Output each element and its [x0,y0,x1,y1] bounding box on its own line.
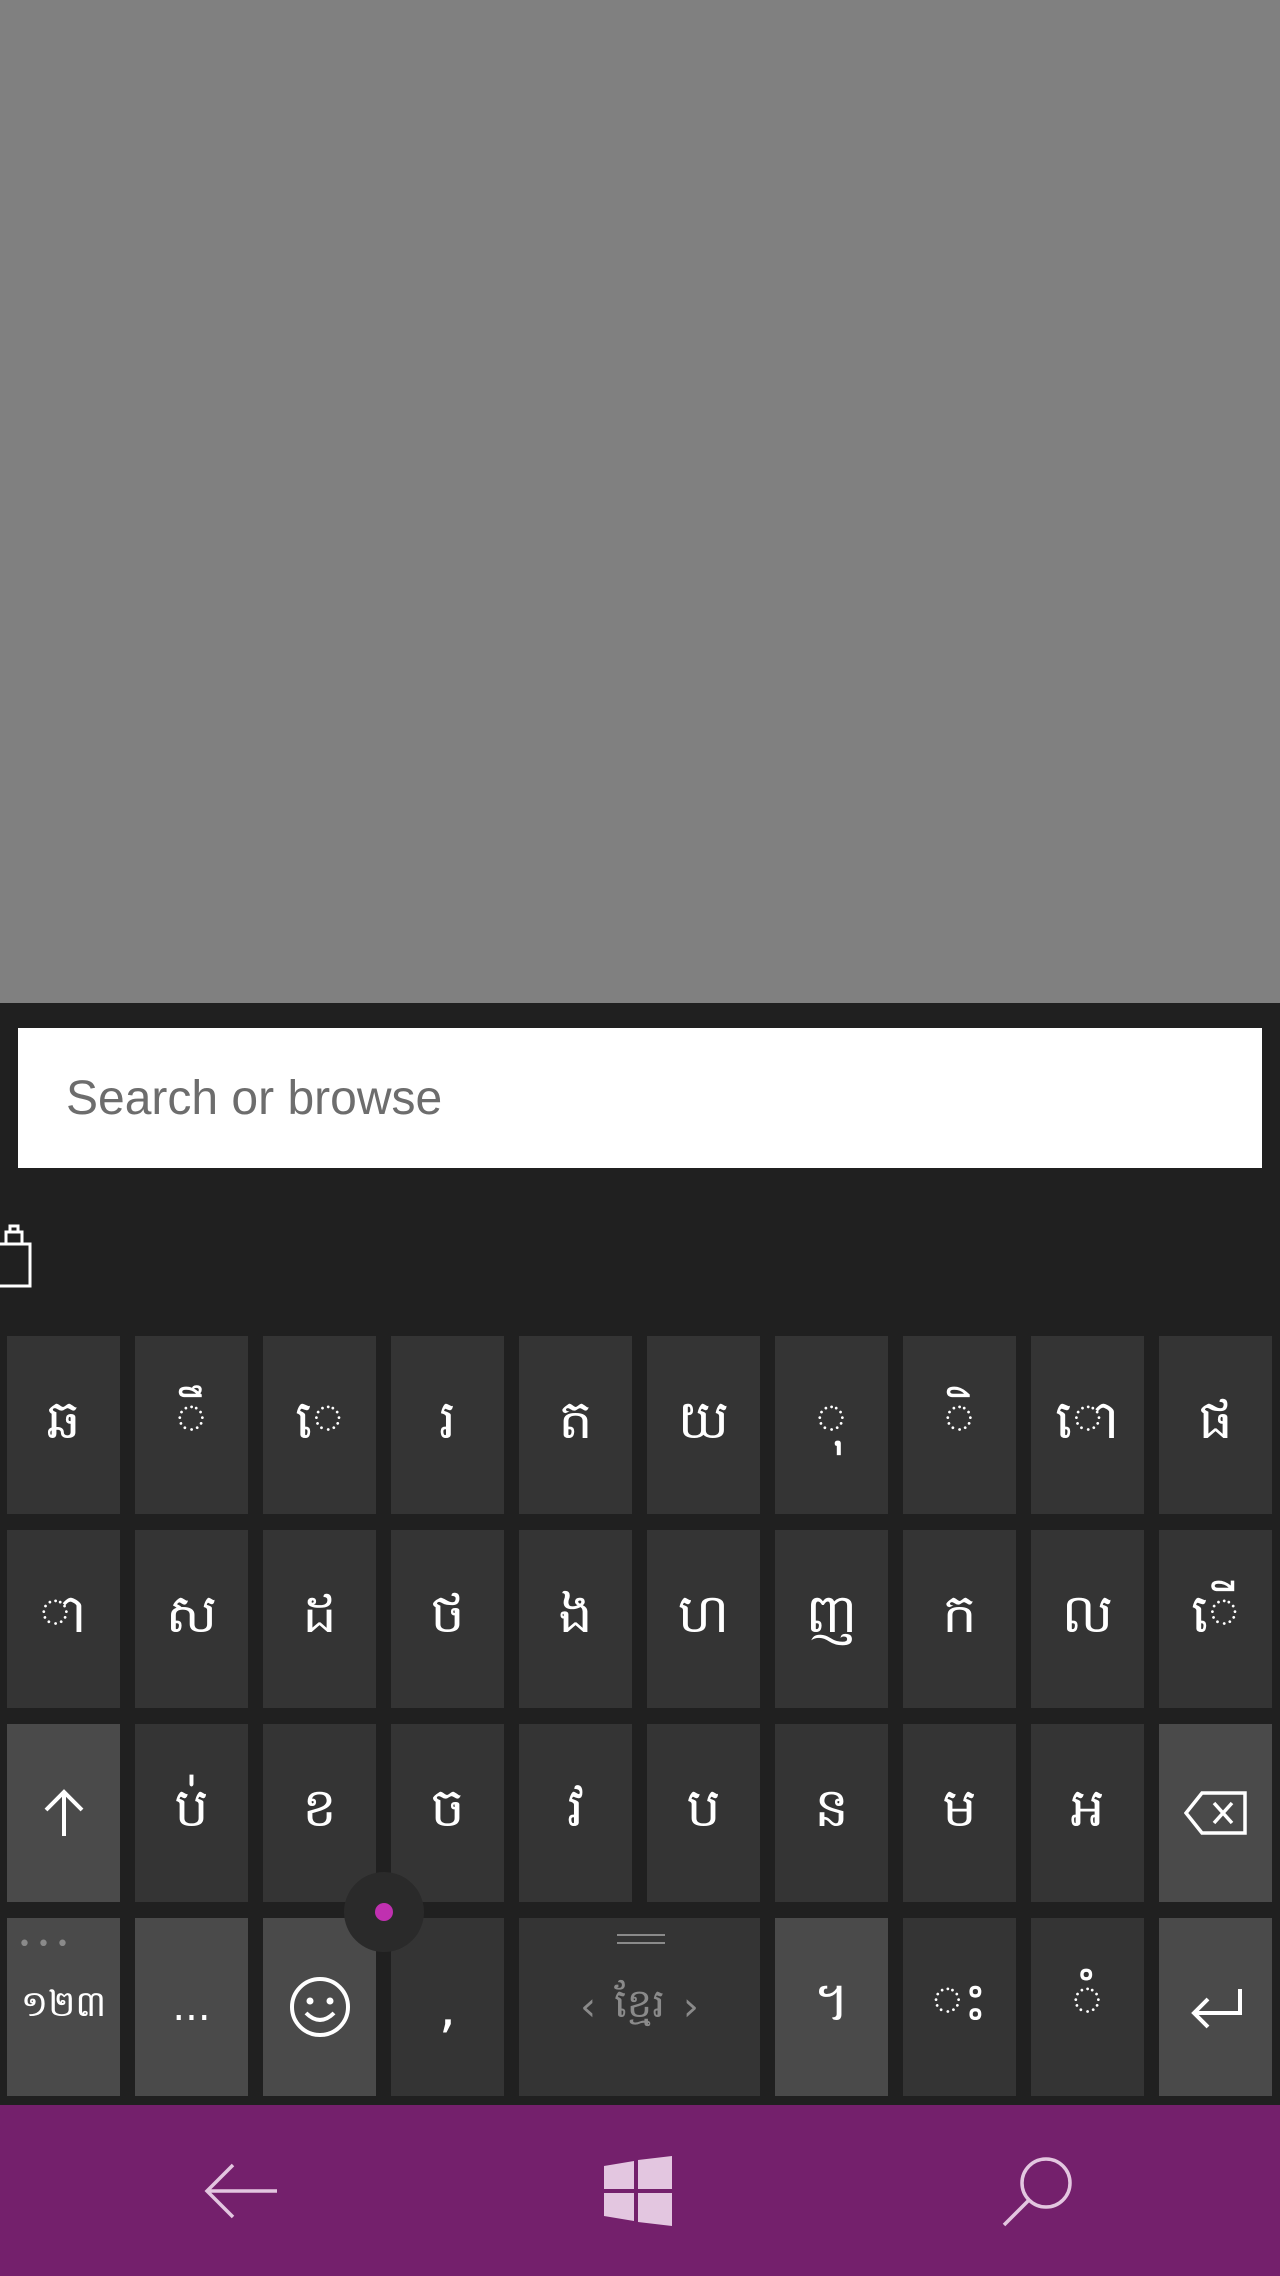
key-label: ើ [1191,1581,1240,1645]
key-label: ញ [805,1581,858,1645]
more-options-dots: ••• [18,1932,75,1957]
search-button[interactable] [938,2105,1138,2276]
key-label: , [438,1975,457,2039]
search-icon [1002,2156,1072,2226]
search-input[interactable] [64,1027,1262,1169]
key-label: ំ [1071,1969,1104,2033]
space-key[interactable]: ‹ ខ្មែរ › [519,1918,760,2096]
key-label: ១២៣ [20,1983,107,2025]
key-chho[interactable]: ឆ [7,1336,120,1514]
key-label: ផ [1198,1387,1233,1451]
key-label: ិ [943,1387,976,1451]
key-label: ឆ [46,1387,81,1451]
key-label: ឹ [175,1387,208,1451]
key-qa[interactable]: អ [1031,1724,1144,1902]
key-ha[interactable]: ហ [647,1530,760,1708]
cursor-handle[interactable] [344,1872,424,1952]
key-label: ង [558,1581,593,1645]
cursor-dot [375,1903,393,1921]
back-arrow-icon [204,2163,277,2218]
key-vowel-u[interactable]: ុ [775,1336,888,1514]
key-label: ច [430,1775,465,1839]
back-button[interactable] [141,2105,341,2276]
app-content-area [0,0,1280,1003]
up-arrow-icon [44,1789,83,1836]
key-vowel-oo[interactable]: ោ [1031,1336,1144,1514]
windows-logo-icon [604,2155,672,2226]
key-label: ខ [302,1775,337,1839]
key-vowel-i[interactable]: ិ [903,1336,1016,1514]
key-label: េ [295,1387,344,1451]
key-label: ះ [931,1969,988,2033]
shift-key[interactable] [7,1724,120,1902]
key-label: ប់ [174,1775,209,1839]
start-button[interactable] [538,2105,738,2276]
key-ba[interactable]: ប [647,1724,760,1902]
search-box[interactable] [18,1027,1262,1169]
key-bo-bantoc[interactable]: ប់ [135,1724,248,1902]
smiley-icon [289,1977,350,2037]
key-label: ថ [430,1581,465,1645]
key-vo[interactable]: វ [519,1724,632,1902]
visarga-key[interactable]: ះ [903,1918,1016,2096]
key-label: ហ [677,1581,730,1645]
key-label: រ [438,1387,457,1451]
enter-icon [1190,1989,1242,2029]
key-label: ោ [1055,1387,1120,1451]
key-sa[interactable]: ស [135,1530,248,1708]
chevron-right-icon: › [682,1984,699,2030]
key-tho[interactable]: ថ [391,1530,504,1708]
more-key[interactable]: ... [135,1918,248,2096]
key-label: វ [566,1775,585,1839]
key-vowel-ae[interactable]: ើ [1159,1530,1272,1708]
backspace-icon [1183,1791,1247,1835]
key-pho[interactable]: ផ [1159,1336,1272,1514]
key-vowel-aa[interactable]: ា [7,1530,120,1708]
key-label: ម [942,1775,977,1839]
key-ta[interactable]: ត [519,1336,632,1514]
khan-key[interactable]: ។ [775,1918,888,2096]
key-label: ។ [813,1969,850,2033]
key-nyo[interactable]: ញ [775,1530,888,1708]
key-label: អ [1070,1775,1105,1839]
emoji-key[interactable] [263,1918,376,2096]
key-ka[interactable]: ក [903,1530,1016,1708]
language-label: ខ្មែរ [614,1980,665,2027]
key-label: ស [165,1581,218,1645]
key-label: ប [686,1775,721,1839]
enter-key[interactable] [1159,1918,1272,2096]
key-label: ន [814,1775,849,1839]
key-label: ដ [302,1581,337,1645]
key-mo[interactable]: ម [903,1724,1016,1902]
language-switcher: ‹ ខ្មែរ › [580,1978,699,2037]
comma-key[interactable]: , [391,1918,504,2096]
key-label: ា [39,1581,88,1645]
backspace-key[interactable] [1159,1724,1272,1902]
key-ngo[interactable]: ង [519,1530,632,1708]
key-kho[interactable]: ខ [263,1724,376,1902]
key-label: ក [942,1581,977,1645]
key-ro[interactable]: រ [391,1336,504,1514]
key-vowel-ue[interactable]: ឹ [135,1336,248,1514]
key-label: ុ [815,1387,848,1451]
key-da[interactable]: ដ [263,1530,376,1708]
key-la[interactable]: ល [1031,1530,1144,1708]
drag-handle[interactable] [617,1934,665,1944]
key-label: យ [677,1387,730,1451]
chevron-left-icon: ‹ [580,1984,597,2030]
key-label: ... [172,1984,211,2030]
clipboard-icon[interactable] [0,1222,34,1288]
nikahit-key[interactable]: ំ [1031,1918,1144,2096]
key-yo[interactable]: យ [647,1336,760,1514]
key-label: ត [558,1387,593,1451]
key-label: ល [1061,1581,1114,1645]
key-ca[interactable]: ច [391,1724,504,1902]
key-vowel-e[interactable]: េ [263,1336,376,1514]
key-no[interactable]: ន [775,1724,888,1902]
navigation-bar [0,2105,1280,2276]
